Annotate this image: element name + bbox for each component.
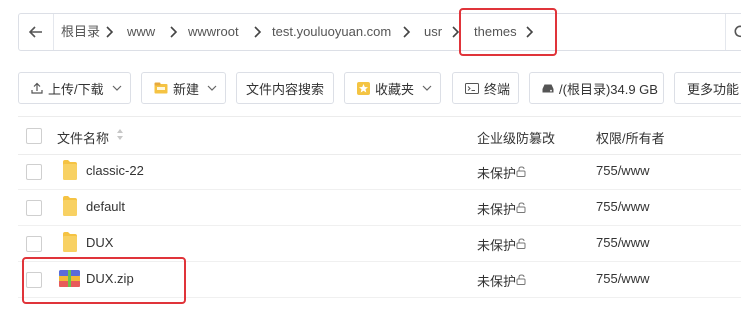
table-row[interactable]: DUX.zip 未保护 755/www [18,261,741,298]
unlock-icon[interactable] [516,166,527,177]
breadcrumb: 根目录 www wwwroot test.youluoyuan.com usr … [18,13,741,51]
breadcrumb-item-site[interactable]: test.youluoyuan.com [272,14,391,50]
header-permission-owner: 权限/所有者 [596,131,665,146]
chevron-right-icon [526,26,534,38]
star-icon [357,81,370,95]
arrow-left-icon [29,26,42,38]
unlock-icon[interactable] [516,202,527,213]
favorites-button[interactable]: 收藏夹 [344,72,441,104]
chevron-down-icon [112,85,122,91]
chevron-right-icon [403,26,411,38]
protect-status[interactable]: 未保护 [477,199,516,218]
unlock-icon[interactable] [516,274,527,285]
terminal-icon [465,82,479,94]
new-folder-icon [154,82,168,94]
breadcrumb-item-wwwroot[interactable]: wwwroot [188,14,239,50]
protect-status[interactable]: 未保护 [477,163,516,182]
terminal-label: 终端 [484,81,511,97]
new-button[interactable]: 新建 [141,72,226,104]
new-label: 新建 [173,81,200,97]
zip-file-icon [59,270,80,287]
row-checkbox[interactable] [26,272,42,288]
chevron-right-icon [106,26,114,38]
chevron-down-icon [207,85,217,91]
permission-owner[interactable]: 755/www [596,163,649,178]
permission-owner[interactable]: 755/www [596,235,649,250]
breadcrumb-item-root[interactable]: 根目录 [61,14,100,50]
more-functions-label: 更多功能 [687,81,740,97]
terminal-button[interactable]: 终端 [452,72,519,104]
file-content-search-button[interactable]: 文件内容搜索 [236,72,334,104]
file-name[interactable]: default [86,199,125,214]
header-tamper-protection: 企业级防篡改 [477,131,556,146]
unlock-icon[interactable] [516,238,527,249]
more-functions-button[interactable]: 更多功能 [674,72,741,104]
folder-icon [63,160,77,180]
file-name[interactable]: classic-22 [86,163,144,178]
folder-icon [63,232,77,252]
chevron-down-icon [422,85,432,91]
header-file-name[interactable]: 文件名称 [57,128,109,147]
permission-owner[interactable]: 755/www [596,271,649,286]
permission-owner[interactable]: 755/www [596,199,649,214]
protect-status[interactable]: 未保护 [477,271,516,290]
row-checkbox[interactable] [26,236,42,252]
file-name[interactable]: DUX.zip [86,271,134,286]
file-name[interactable]: DUX [86,235,113,250]
table-row[interactable]: DUX 未保护 755/www [18,225,741,262]
breadcrumb-item-themes[interactable]: themes [474,14,517,50]
upload-icon [31,82,43,94]
back-button[interactable] [19,14,54,50]
table-row[interactable]: classic-22 未保护 755/www [18,153,741,190]
disk-icon [542,84,554,93]
row-checkbox[interactable] [26,164,42,180]
breadcrumb-item-www[interactable]: www [127,14,155,50]
select-all-checkbox[interactable] [26,128,42,144]
disk-button[interactable]: /(根目录)34.9 GB [529,72,664,104]
refresh-button[interactable] [725,14,741,50]
chevron-right-icon [452,26,460,38]
row-checkbox[interactable] [26,200,42,216]
upload-download-button[interactable]: 上传/下载 [18,72,131,104]
chevron-right-icon [254,26,262,38]
folder-icon [63,196,77,216]
file-table-header: 文件名称 企业级防篡改 权限/所有者 [18,116,741,155]
favorites-label: 收藏夹 [375,81,415,97]
disk-label: /(根目录)34.9 GB [559,81,658,97]
chevron-right-icon [170,26,178,38]
protect-status[interactable]: 未保护 [477,235,516,254]
file-content-search-label: 文件内容搜索 [245,81,324,97]
table-row[interactable]: default 未保护 755/www [18,189,741,226]
upload-download-label: 上传/下载 [48,81,104,97]
breadcrumb-item-usr[interactable]: usr [424,14,442,50]
refresh-icon [734,25,741,38]
sort-icon[interactable] [116,128,124,141]
